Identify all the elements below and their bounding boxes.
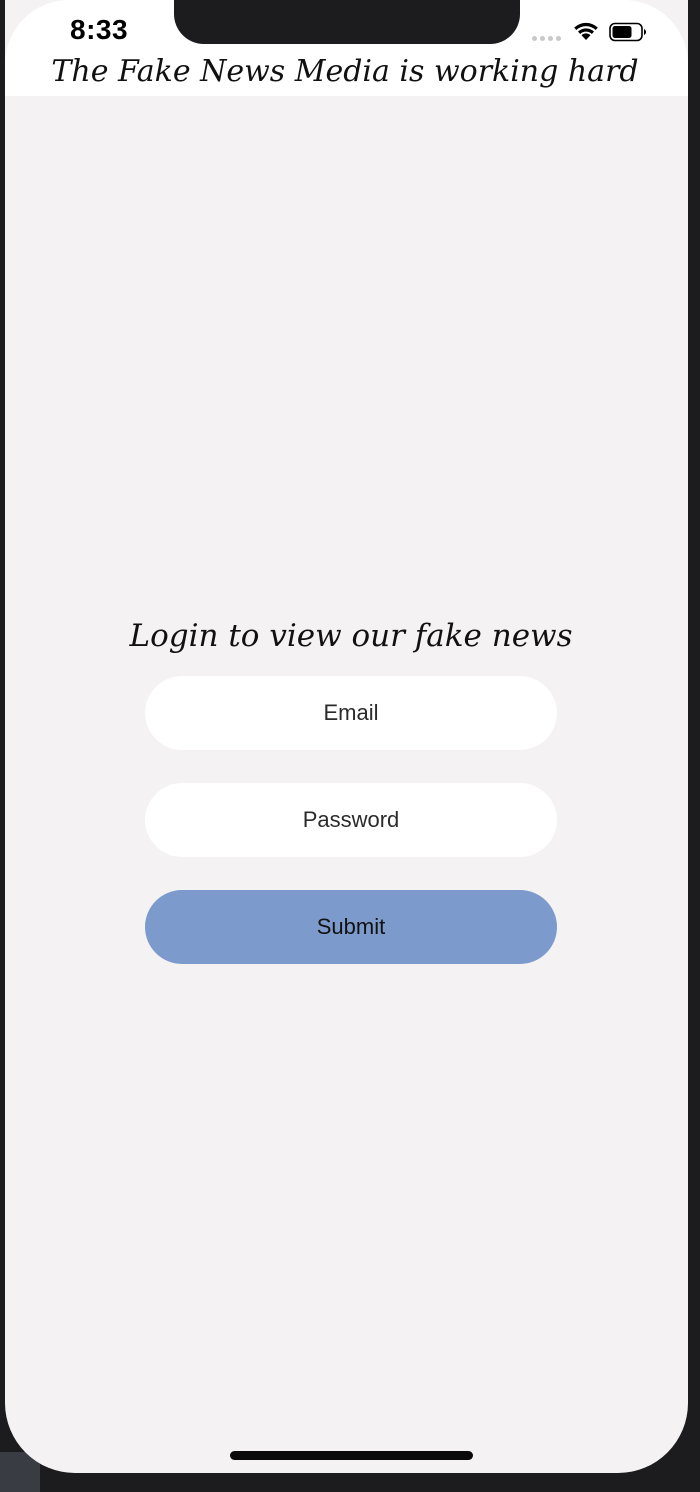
password-field[interactable] <box>145 783 557 857</box>
login-title: Login to view our fake news <box>129 618 573 654</box>
email-field[interactable] <box>145 676 557 750</box>
header-tagline: The Fake News Media is working hard <box>51 54 639 89</box>
device-frame: Login to view our fake news Submit 8:33 … <box>0 0 700 1492</box>
status-time: 8:33 <box>70 14 129 45</box>
signal-dot <box>548 36 553 41</box>
signal-dot <box>556 36 561 41</box>
submit-button[interactable]: Submit <box>145 890 557 964</box>
device-notch <box>174 0 520 44</box>
signal-dot <box>532 36 537 41</box>
app-screen: Login to view our fake news Submit <box>5 0 688 1473</box>
wifi-icon <box>574 22 598 40</box>
battery-icon <box>609 22 646 42</box>
home-indicator[interactable] <box>230 1451 473 1460</box>
cellular-signal-icon <box>532 36 561 41</box>
signal-dot <box>540 36 545 41</box>
